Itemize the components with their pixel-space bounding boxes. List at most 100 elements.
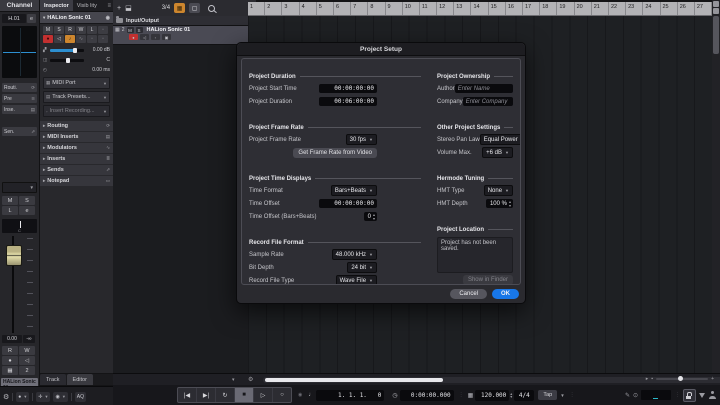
fader-value[interactable]: 0.00 [2,335,22,343]
snap-button[interactable]: ▦ [174,3,186,13]
stepper-arrows[interactable]: ▴ ▾ [373,213,375,220]
tab-visibility[interactable]: Visib lity [73,0,101,11]
stepper-arrows[interactable]: ▴ ▾ [509,200,511,207]
track-m-button[interactable]: M [43,26,53,34]
channel-mute-button[interactable]: M [2,196,18,205]
ruler-bar[interactable]: 25 [661,2,678,15]
dropdown[interactable]: 30 fps ▼ [345,134,377,145]
magnifier-icon[interactable] [208,4,216,12]
midi-port-row[interactable]: ▦ MIDI Port ▼ [43,77,110,89]
ok-button[interactable]: OK [492,289,519,299]
ruler-bar[interactable]: 7 [351,2,369,15]
channel-quick-inse[interactable]: Inse. ▤ [2,105,37,114]
track-record-button[interactable]: ● [129,34,138,40]
timeline-ruler[interactable]: 1 2 3 4 5 6 7 8 9 10 11 12 13 14 15 16 17 18 19 20 21 22 23 24 2… [248,2,713,16]
channel-fader[interactable] [2,236,37,333]
transport-dot-icon[interactable]: ◉ [298,392,302,398]
track-r-button[interactable]: R [65,26,75,34]
inspector-section-notepad[interactable]: ▸ Notepad ▭ [40,176,113,186]
time-signature-display[interactable]: 4/4 [514,389,535,401]
tap-tempo-button[interactable]: Tap [538,390,558,400]
inspector-section-modulators[interactable]: ▸ Modulators ∿ [40,143,113,153]
ruler-bar[interactable]: 26 [678,2,695,15]
ruler-bar[interactable]: 14 [471,2,489,15]
stepper[interactable]: 0 ▴ ▾ [363,212,377,221]
dropdown[interactable]: Bars+Beats ▼ [330,185,377,196]
auto-quantize-button[interactable]: AQ [74,391,87,402]
scroll-down-button[interactable] [713,8,719,14]
quantize-select[interactable]: ● ▼ [16,391,30,402]
record-button[interactable]: ○ [273,388,291,402]
track-mute-button[interactable]: M [126,27,134,33]
time-display[interactable]: 0:00:00.000 [399,389,454,401]
play-button[interactable]: ▷ [254,388,273,402]
dialog-title[interactable]: Project Setup [237,43,525,56]
channel-quick-routi[interactable]: Routi. ⟳ [2,83,37,92]
ruler-bar[interactable]: 12 [437,2,455,15]
text-input[interactable]: Enter Name [454,84,513,93]
go-to-end-button[interactable]: ▶| [197,388,216,402]
length-select[interactable]: ◉ ▼ [53,391,68,402]
user-icon[interactable] [708,391,716,399]
ruler-bar[interactable]: 19 [557,2,575,15]
extra-button-1[interactable]: ▫ [87,35,97,43]
ruler-bar[interactable]: 3 [282,2,300,15]
ruler-bar[interactable]: 13 [454,2,472,15]
ruler-bar[interactable]: 18 [540,2,558,15]
insert-recording-row[interactable]: ◦ Insert Recording... ▼ [43,105,110,117]
inspector-section-sends[interactable]: ▸ Sends ⇗ [40,165,113,175]
time-field[interactable]: 00:00:00:00 [319,84,377,93]
ruler-bar[interactable]: 21 [592,2,609,15]
inspector-section-routing[interactable]: ▸ Routing ⟳ [40,121,113,131]
horizontal-scroll-thumb[interactable] [265,378,443,382]
track-w-button[interactable]: W [76,26,86,34]
ruler-bar[interactable]: 1 [248,2,266,15]
midi-channel-value[interactable]: 2 [19,366,35,375]
folder-track-row[interactable]: Input/Output [113,16,248,26]
dropdown[interactable]: +6 dB ▼ [482,147,513,158]
dropdown[interactable]: Wave File ▼ [335,275,377,284]
gear-icon[interactable]: ⚙ [248,376,253,383]
ruler-bar[interactable]: 20 [575,2,592,15]
track-visibility-icon[interactable]: ⬓ [125,4,132,12]
channel-listen-button[interactable]: L [2,206,18,215]
performance-meter[interactable] [641,390,671,400]
add-track-icon[interactable]: + [117,5,121,12]
ruler-bar[interactable]: 15 [489,2,506,15]
filter-icon[interactable] [699,392,705,398]
zoom-slider[interactable] [656,376,709,381]
inspector-menu-icon[interactable]: ≡ [105,0,113,11]
dropdown[interactable]: Equal Power▼ [479,134,520,145]
tab-track[interactable]: Track [40,374,66,385]
ruler-bar[interactable]: 17 [523,2,541,15]
gear-icon[interactable]: ⚙ [3,393,9,401]
vertical-scroll-thumb[interactable] [713,16,719,54]
scroll-up-button[interactable] [713,1,719,7]
go-to-start-button[interactable]: |◀ [178,388,197,402]
grid-button[interactable]: ▢ [189,3,201,13]
lock-button[interactable] [683,388,696,402]
track-extra-button-2[interactable]: ▣ [162,34,171,40]
channel-record-button[interactable]: ● [2,356,18,365]
tab-inspector[interactable]: Inspector [40,0,73,11]
instrument-track-row[interactable]: ▦ 2 M S HALion Sonic 01 ● ◁ ▫ ▣ [113,26,248,45]
toolbar-counter[interactable]: 3/4 [162,5,170,11]
channel-write-button[interactable]: W [19,346,35,355]
fader-handle[interactable] [6,245,22,266]
inspector-section-inserts[interactable]: ▸ Inserts ≣ [40,154,113,164]
zoom-in-icon[interactable]: + [711,376,714,382]
zoom-slider-handle[interactable] [678,376,684,381]
pan-slider[interactable] [50,57,84,63]
ruler-bar[interactable]: 5 [317,2,334,15]
edit-channel-button[interactable]: e [27,14,36,23]
edit-in-place-button[interactable]: ♪ [65,35,75,43]
ruler-bar[interactable]: 22 [609,2,627,15]
chevron-down-icon[interactable]: ▾ [232,377,235,383]
channel-quick-pre[interactable]: Pre ≋ [2,94,37,103]
extra-button-0[interactable]: ▫ [98,26,108,34]
extra-button-2[interactable]: ▫ [98,35,108,43]
ruler-bar[interactable]: 8 [368,2,386,15]
track-s-button[interactable]: S [54,26,64,34]
channel-preset-dropdown[interactable]: ▼ [2,182,37,193]
channel-edit-button[interactable]: e [19,206,35,215]
